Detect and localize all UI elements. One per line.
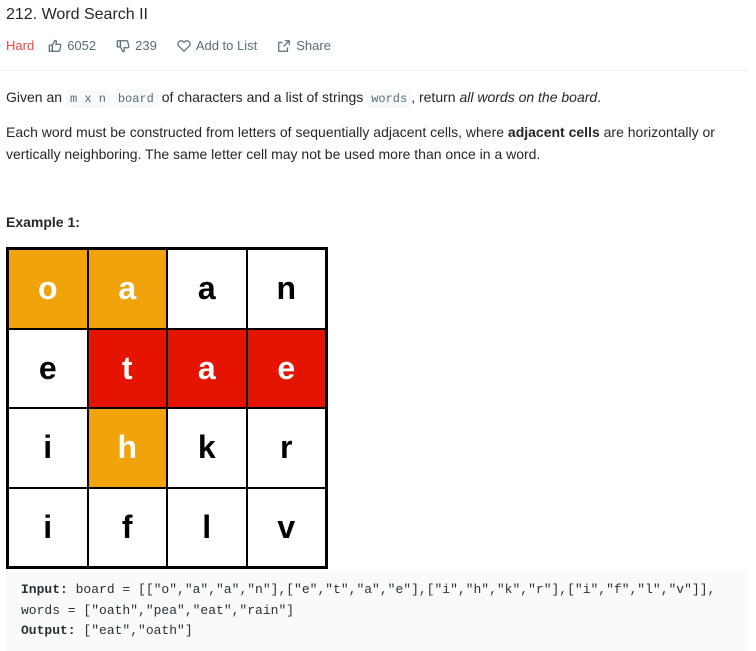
description-paragraph-1: Given an m x n board of characters and a… bbox=[6, 86, 601, 110]
inline-code-words: words bbox=[367, 90, 412, 108]
text-span: . bbox=[597, 89, 602, 105]
board-cell: a bbox=[87, 249, 167, 329]
add-to-list-button[interactable]: Add to List bbox=[177, 38, 257, 53]
board-cell: n bbox=[246, 249, 326, 329]
input-line-1: Input: board = [["o","a","a","n"],["e","… bbox=[21, 580, 733, 601]
share-label: Share bbox=[296, 38, 331, 53]
board-cell: k bbox=[167, 408, 247, 488]
board-cell: i bbox=[8, 487, 88, 567]
example-title: Example 1: bbox=[6, 214, 80, 230]
board-cell: i bbox=[8, 408, 88, 488]
text-span: Given an bbox=[6, 89, 66, 105]
input-line-2: words = ["oath","pea","eat","rain"] bbox=[21, 602, 295, 618]
like-button[interactable]: 6052 bbox=[48, 38, 96, 53]
dislike-count: 239 bbox=[135, 38, 157, 53]
text-span: Each word must be constructed from lette… bbox=[6, 124, 508, 140]
add-to-list-label: Add to List bbox=[195, 38, 258, 53]
input-board-value: board = [["o","a","a","n"],["e","t","a",… bbox=[67, 582, 716, 597]
share-button[interactable]: Share bbox=[277, 38, 331, 53]
output-line: Output: ["eat","oath"] bbox=[21, 621, 733, 642]
bold-text: adjacent cells bbox=[507, 124, 600, 140]
example-board-grid: oaanetaeihkriflv bbox=[6, 247, 328, 569]
output-label: Output: bbox=[21, 623, 76, 638]
description-paragraph-2: Each word must be constructed from lette… bbox=[6, 121, 754, 165]
inline-code-mxn: m x n bbox=[65, 90, 110, 108]
board-cell: e bbox=[8, 328, 88, 408]
output-value: ["eat","oath"] bbox=[75, 623, 193, 638]
thumbs-up-icon bbox=[48, 39, 62, 52]
dislike-button[interactable]: 239 bbox=[116, 38, 157, 53]
input-label: Input: bbox=[21, 582, 68, 597]
header-divider bbox=[0, 70, 748, 71]
board-cell: o bbox=[8, 249, 88, 329]
board-cell: l bbox=[167, 487, 247, 567]
board-cell: v bbox=[246, 487, 326, 567]
share-icon bbox=[278, 39, 291, 52]
problem-title: 212. Word Search II bbox=[6, 6, 148, 23]
board-cell: a bbox=[167, 328, 247, 408]
thumbs-down-icon bbox=[116, 39, 130, 52]
board-cell: f bbox=[87, 487, 167, 567]
board-cell: t bbox=[87, 328, 167, 408]
board-cell: h bbox=[87, 408, 167, 488]
emphasis-text: all words on the board bbox=[459, 89, 598, 105]
text-span: of characters and a list of strings bbox=[157, 89, 368, 105]
like-count: 6052 bbox=[67, 38, 97, 53]
heart-icon bbox=[177, 39, 191, 52]
board-cell: r bbox=[246, 408, 326, 488]
problem-meta-bar: Hard 6052 239 Add to List Share bbox=[6, 38, 351, 53]
text-span: , return bbox=[411, 89, 460, 105]
board-cell: a bbox=[167, 249, 247, 329]
example-io-block: Input: board = [["o","a","a","n"],["e","… bbox=[6, 571, 748, 651]
difficulty-label: Hard bbox=[6, 38, 35, 53]
inline-code-board: board bbox=[113, 90, 158, 108]
board-cell: e bbox=[246, 328, 326, 408]
